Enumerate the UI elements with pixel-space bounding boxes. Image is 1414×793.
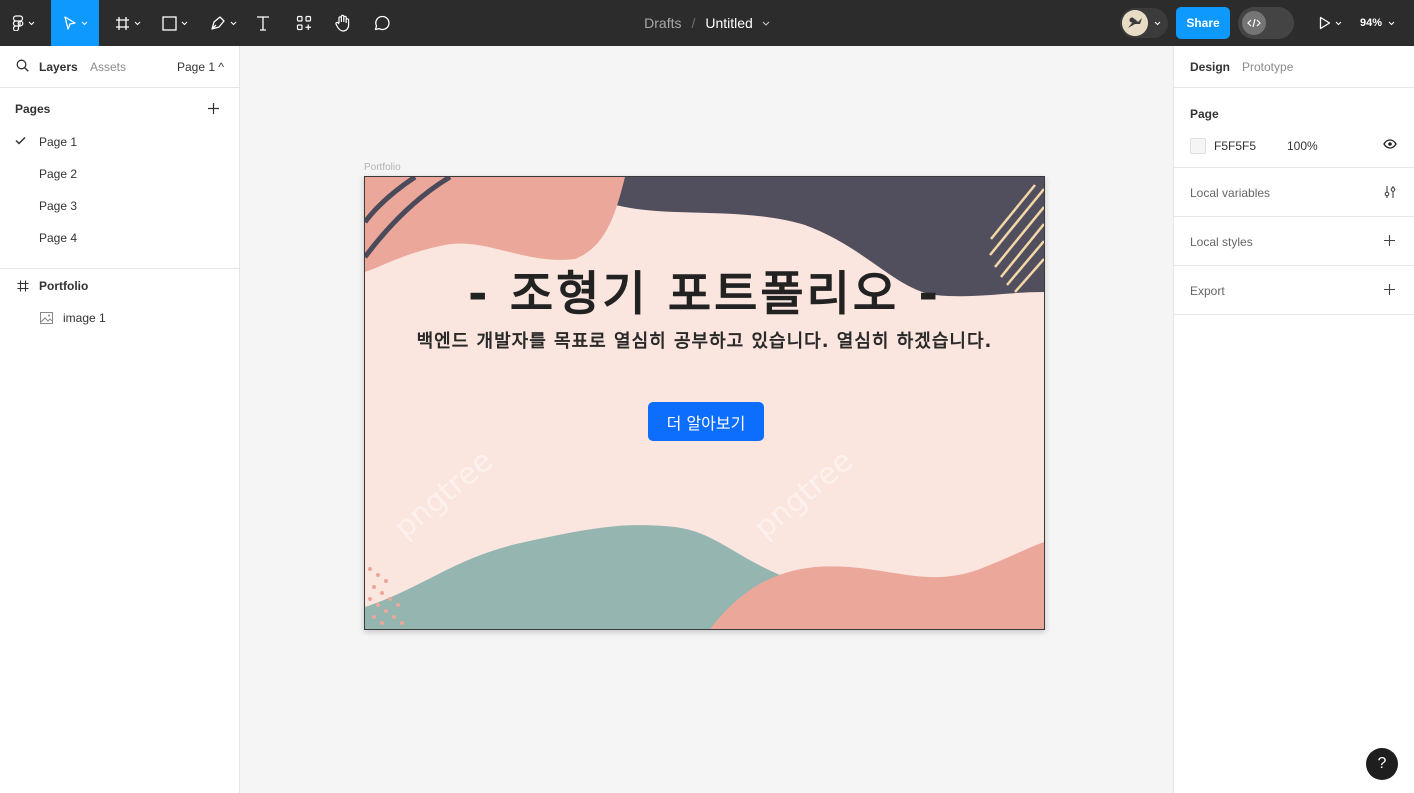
comment-tool-button[interactable] [369,0,395,46]
page-item-label: Page 3 [39,199,78,213]
left-panel-tabs: Layers Assets Page 1 ^ [0,46,239,88]
local-styles-row[interactable]: Local styles [1174,217,1414,266]
checkmark-icon [15,136,26,145]
tab-design[interactable]: Design [1190,60,1230,74]
layer-label: image 1 [63,311,106,325]
page-item-label: Page 4 [39,231,78,245]
page-color-hex[interactable]: F5F5F5 [1214,139,1256,153]
resources-button[interactable] [290,0,318,46]
page-section-title: Page [1190,107,1219,121]
zoom-menu[interactable]: 94% [1360,0,1395,46]
layer-row-portfolio[interactable]: Portfolio [0,270,239,302]
avatar [1122,10,1148,36]
eye-icon[interactable] [1383,139,1397,149]
text-icon [257,16,269,31]
rectangle-icon [162,15,177,31]
share-button[interactable]: Share [1176,7,1230,39]
page-item-3[interactable]: Page 3 [0,190,239,222]
cursor-icon [63,15,76,30]
components-icon [296,15,312,31]
sliders-icon[interactable] [1383,185,1397,199]
learn-more-button[interactable]: 더 알아보기 [648,402,764,441]
pen-icon [210,16,225,30]
shape-tool-button[interactable] [156,0,194,46]
local-variables-row[interactable]: Local variables [1174,168,1414,217]
frame-tool-button[interactable] [110,0,146,46]
page-color-swatch[interactable] [1190,138,1206,154]
page-item-2[interactable]: Page 2 [0,158,239,190]
page-item-4[interactable]: Page 4 [0,222,239,254]
chevron-down-icon [1388,21,1395,25]
tab-prototype[interactable]: Prototype [1242,60,1293,74]
left-sidebar: Layers Assets Page 1 ^ Pages Page 1 Page… [0,46,240,793]
page-color-opacity[interactable]: 100% [1287,139,1318,153]
chevron-down-icon [230,21,236,25]
main-menu-button[interactable] [0,0,46,46]
frame-icon [17,280,29,292]
move-tool-button[interactable] [51,0,99,46]
frame-icon [116,16,129,30]
zoom-level: 94% [1360,17,1383,29]
file-title[interactable]: Untitled [705,15,752,31]
image-icon [40,312,53,324]
local-variables-label: Local variables [1190,186,1271,200]
add-page-icon[interactable] [207,102,220,115]
divider [0,268,239,269]
breadcrumb-separator: / [691,15,696,31]
hero-subtitle: 백엔드 개발자를 목표로 열심히 공부하고 있습니다. 열심히 하겠습니다. [416,331,993,352]
chevron-down-icon [181,21,188,25]
hero-title: - 조형기 포트폴리오 - [467,267,942,322]
pages-header: Pages [0,88,239,126]
page-section: Page F5F5F5 100% [1174,88,1414,168]
export-row[interactable]: Export [1174,266,1414,315]
multiplayer-avatar-menu[interactable] [1120,8,1168,38]
comment-icon [374,15,390,31]
hand-icon [335,14,350,32]
right-sidebar: Design Prototype Page F5F5F5 100% Local … [1173,46,1414,793]
plus-icon[interactable] [1383,234,1396,247]
page-item-label: Page 2 [39,167,78,181]
local-styles-label: Local styles [1190,235,1253,249]
present-button[interactable] [1314,0,1346,46]
page-item-label: Page 1 [39,135,78,149]
layer-label: Portfolio [39,279,89,293]
layer-row-image[interactable]: image 1 [0,302,239,334]
play-icon [1319,16,1330,30]
dev-mode-toggle[interactable] [1238,7,1294,39]
page-item-1[interactable]: Page 1 [0,126,239,158]
right-panel-tabs: Design Prototype [1174,46,1414,88]
pages-title: Pages [15,102,51,116]
chevron-down-icon [1335,21,1341,25]
export-label: Export [1190,284,1225,298]
frame-label[interactable]: Portfolio [364,162,401,173]
chevron-down-icon [81,21,87,25]
portfolio-frame[interactable]: pngtree pngtree - 조형기 포트폴리오 - 백엔드 개발자를 목… [364,176,1045,630]
breadcrumb-drafts-link[interactable]: Drafts [644,15,681,31]
tab-layers[interactable]: Layers [39,60,78,74]
help-button[interactable]: ? [1366,748,1398,780]
chevron-down-icon [134,21,141,25]
figma-logo-icon [12,15,23,31]
tab-assets[interactable]: Assets [90,60,126,74]
top-toolbar: Drafts / Untitled Share 94% [0,0,1414,46]
chevron-down-icon[interactable] [762,21,770,26]
code-icon [1242,11,1266,35]
pen-tool-button[interactable] [204,0,242,46]
chevron-down-icon [1154,21,1161,25]
search-icon[interactable] [16,59,29,72]
hand-tool-button[interactable] [329,0,357,46]
page-selector[interactable]: Page 1 ^ [177,60,224,74]
plus-icon[interactable] [1383,283,1396,296]
chevron-down-icon [28,21,34,25]
text-tool-button[interactable] [250,0,276,46]
